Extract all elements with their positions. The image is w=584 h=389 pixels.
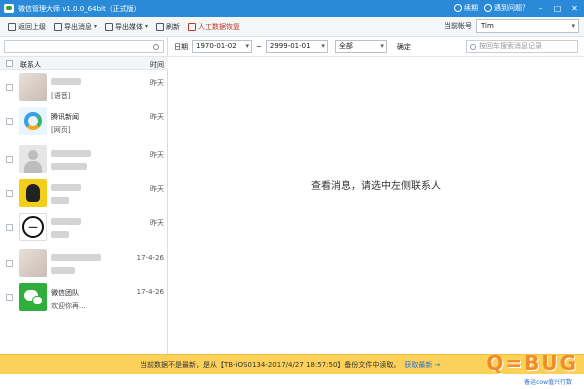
- row-checkbox[interactable]: [6, 84, 13, 91]
- message-search-input[interactable]: 按回车搜索消息记录: [466, 40, 578, 53]
- titlebar-actions: 续期 遇到问题？ – □ ✕: [454, 3, 580, 13]
- select-all-checkbox[interactable]: [6, 60, 13, 67]
- empty-placeholder: 查看消息，请选中左侧联系人: [311, 181, 441, 192]
- arrow-right-icon: →: [434, 360, 441, 369]
- row-checkbox[interactable]: [6, 118, 13, 125]
- contact-last-message: [51, 267, 75, 276]
- renew-link[interactable]: 续期: [454, 3, 478, 13]
- list-item[interactable]: 微信团队 欢迎你再... 17-4-26: [0, 281, 168, 315]
- avatar: [19, 145, 47, 173]
- export-media-icon: [105, 22, 114, 31]
- contact-time: 昨天: [150, 185, 164, 193]
- avatar: 一: [19, 213, 47, 241]
- list-item[interactable]: 腾讯新闻 [网页] 昨天: [0, 105, 168, 139]
- avatar: [19, 73, 47, 101]
- list-item[interactable]: 一 昨天: [0, 211, 168, 245]
- tencent-news-icon: [24, 112, 42, 130]
- watermark-logo: Q=BUG: [486, 351, 578, 375]
- contact-name: [51, 78, 81, 87]
- contact-name: [51, 150, 91, 159]
- contact-last-message: [51, 197, 69, 206]
- title-bar: 微信管理大师 v1.0.0_64bit（正式版） 续期 遇到问题？ – □ ✕: [0, 0, 584, 17]
- search-icon: [470, 44, 476, 50]
- avatar: [19, 283, 47, 311]
- renew-icon: [454, 4, 462, 12]
- contact-time: 昨天: [150, 79, 164, 87]
- row-checkbox[interactable]: [6, 294, 13, 301]
- account-switcher: 当前帐号 Tim: [444, 19, 579, 33]
- app-logo-icon: [4, 4, 14, 13]
- divider: [168, 56, 584, 57]
- contact-name: 微信团队: [51, 289, 79, 297]
- row-checkbox[interactable]: [6, 260, 13, 267]
- header-contact: 联系人: [20, 61, 41, 69]
- window-title: 微信管理大师 v1.0.0_64bit（正式版）: [18, 5, 141, 13]
- avatar: [19, 249, 47, 277]
- contact-time: 昨天: [150, 113, 164, 121]
- manual-recovery-button[interactable]: 人工数据恢复: [184, 19, 244, 35]
- contact-panel: 联系人 时间 [语音] 昨天 腾讯新闻 [网页] 昨天 昨天 昨天 一 昨天 1…: [0, 37, 168, 354]
- get-latest-link[interactable]: 获取最新: [404, 360, 432, 370]
- list-item[interactable]: 昨天: [0, 177, 168, 211]
- row-checkbox[interactable]: [6, 156, 13, 163]
- back-icon: [8, 22, 16, 31]
- toolbar: 返回上级 导出消息 ▾ 导出媒体 ▾ 刷新 人工数据恢复 当前帐号 Tim: [0, 17, 584, 37]
- start-date-picker[interactable]: 1970-01-02: [192, 40, 252, 53]
- minimize-icon[interactable]: –: [535, 3, 546, 13]
- list-item[interactable]: [语音] 昨天: [0, 71, 168, 105]
- export-media-button[interactable]: 导出媒体 ▾: [101, 19, 152, 35]
- contact-last-message: [51, 163, 87, 172]
- list-item[interactable]: 17-4-26: [0, 247, 168, 281]
- contact-search-input[interactable]: [4, 40, 164, 53]
- contact-time: 昨天: [150, 151, 164, 159]
- contact-last-message: [语音]: [51, 92, 71, 100]
- avatar: [19, 107, 47, 135]
- message-type-select[interactable]: 全部: [334, 40, 387, 53]
- search-icon: [153, 44, 159, 50]
- manual-recovery-icon: [188, 22, 197, 31]
- close-icon[interactable]: ✕: [569, 3, 580, 13]
- contact-time: 昨天: [150, 219, 164, 227]
- message-panel: 日期 1970-01-02 ~ 2999-01-01 全部 确定 按回车搜索消息…: [168, 37, 584, 354]
- chevron-down-icon: ▾: [94, 23, 98, 30]
- contact-name: [51, 218, 81, 227]
- maximize-icon[interactable]: □: [552, 3, 563, 13]
- refresh-icon: [156, 22, 165, 31]
- help-link[interactable]: 遇到问题？: [484, 3, 529, 13]
- export-message-button[interactable]: 导出消息 ▾: [50, 19, 101, 35]
- contact-name: [51, 254, 101, 263]
- contact-name: [51, 184, 81, 193]
- contact-last-message: [51, 231, 69, 240]
- help-icon: [484, 4, 492, 12]
- contact-last-message: [网页]: [51, 126, 71, 134]
- footer-text: 备运cow值兴行数: [524, 379, 572, 386]
- chevron-down-icon: ▾: [145, 23, 149, 30]
- contact-last-message: 欢迎你再...: [51, 302, 86, 310]
- list-item[interactable]: 昨天: [0, 143, 168, 177]
- refresh-button[interactable]: 刷新: [152, 19, 184, 35]
- account-select[interactable]: Tim: [476, 19, 579, 33]
- date-label: 日期: [174, 42, 188, 51]
- row-checkbox[interactable]: [6, 224, 13, 231]
- contact-list-header: 联系人 时间: [0, 56, 168, 70]
- contact-name: 腾讯新闻: [51, 113, 79, 121]
- footer: 备运cow值兴行数: [0, 374, 584, 389]
- contact-time: 17-4-26: [136, 254, 164, 262]
- contact-time: 17-4-26: [136, 288, 164, 296]
- status-text: 当前数据不是最新，是从【TB-iOS0134-2017/4/27 18:57:5…: [140, 360, 401, 369]
- account-label: 当前帐号: [444, 22, 472, 30]
- date-separator: ~: [256, 42, 262, 51]
- end-date-picker[interactable]: 2999-01-01: [265, 40, 328, 53]
- header-time: 时间: [150, 61, 164, 69]
- avatar: [19, 179, 47, 207]
- export-message-icon: [54, 22, 62, 31]
- row-checkbox[interactable]: [6, 190, 13, 197]
- confirm-button[interactable]: 确定: [391, 42, 417, 52]
- back-button[interactable]: 返回上级: [4, 19, 50, 35]
